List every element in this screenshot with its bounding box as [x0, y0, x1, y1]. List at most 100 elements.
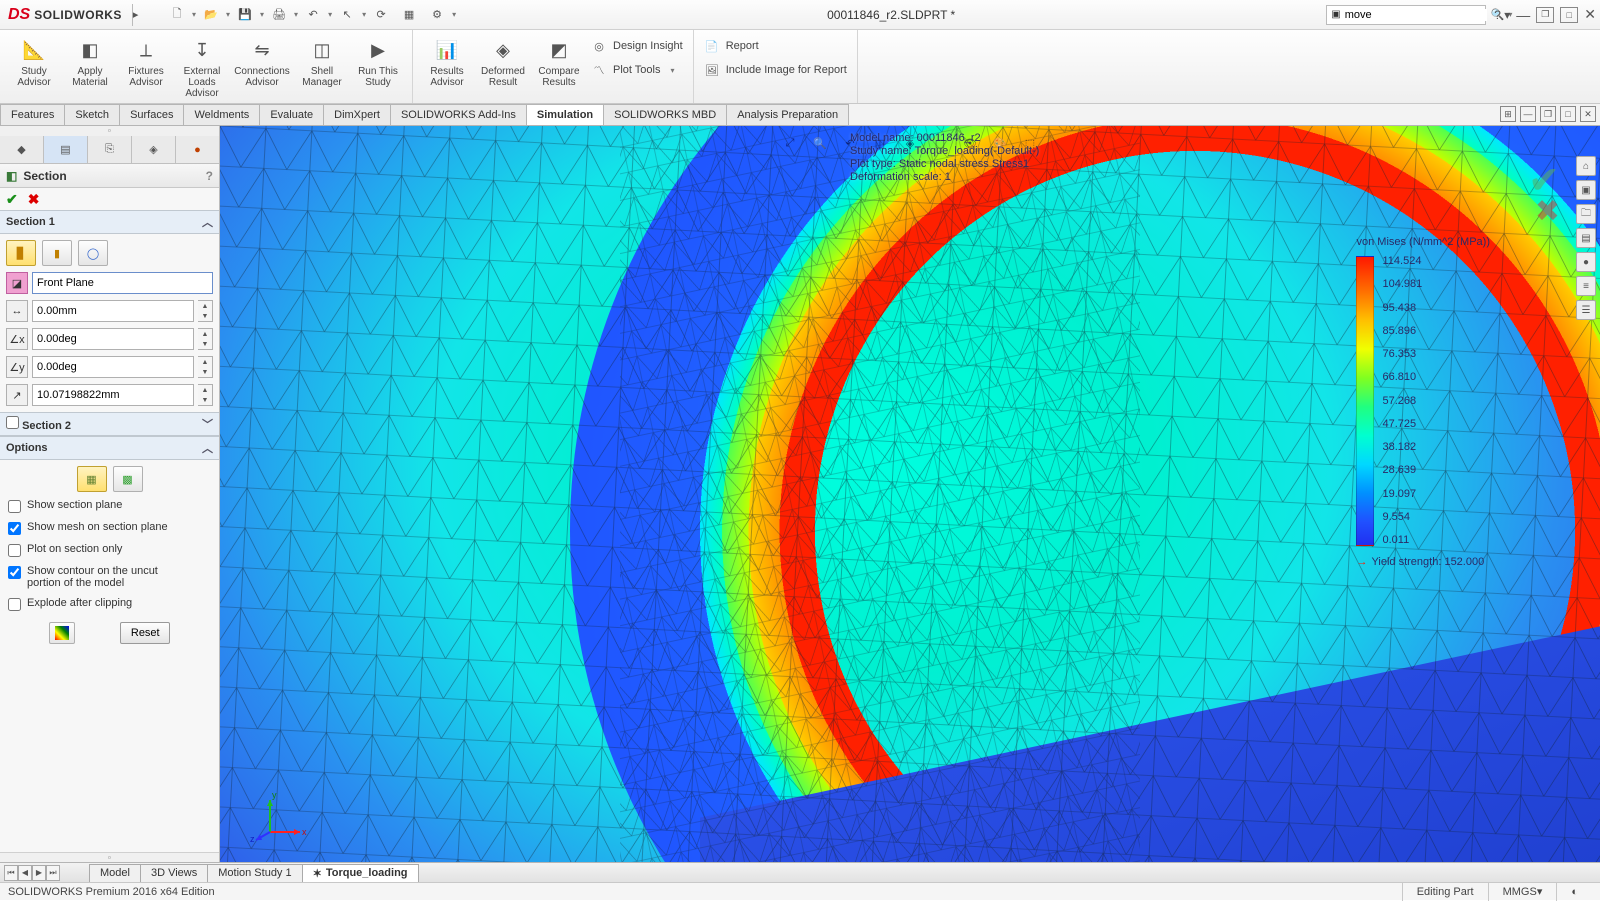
- options-gear-icon[interactable]: ⚙: [424, 4, 450, 26]
- taskpane-resources-icon[interactable]: ⌂: [1576, 156, 1596, 176]
- pm-ok-button[interactable]: ✔: [6, 191, 18, 208]
- select-icon[interactable]: ↖: [334, 4, 360, 26]
- status-extra-icon[interactable]: ◐: [1556, 883, 1592, 901]
- plot-on-section-checkbox[interactable]: [8, 544, 21, 557]
- depth-spinner[interactable]: ▲▼: [198, 384, 213, 406]
- configuration-manager-tab[interactable]: ⎘: [88, 136, 132, 163]
- rebuild-icon[interactable]: ⟳: [368, 4, 394, 26]
- status-units[interactable]: MMGS ▾: [1488, 883, 1557, 901]
- deformed-result-button[interactable]: ◈DeformedResult: [475, 34, 531, 100]
- reset-button[interactable]: Reset: [120, 622, 170, 644]
- depth-input[interactable]: [32, 384, 194, 406]
- tab-swmbd[interactable]: SOLIDWORKS MBD: [603, 104, 727, 125]
- property-manager-tab[interactable]: ▤: [44, 136, 88, 163]
- explode-after-clip-checkbox[interactable]: [8, 598, 21, 611]
- show-contour-checkbox[interactable]: [8, 566, 21, 579]
- zoom-area-icon[interactable]: 🔍: [809, 132, 831, 154]
- pane-grip-bottom[interactable]: [0, 852, 219, 862]
- rotx-spinner[interactable]: ▲▼: [198, 328, 213, 350]
- apply-material-button[interactable]: ◧ApplyMaterial: [62, 34, 118, 100]
- viewport-maximize-icon[interactable]: □: [1560, 106, 1576, 122]
- fixtures-advisor-button[interactable]: ⟂FixturesAdvisor: [118, 34, 174, 100]
- search-input[interactable]: [1345, 9, 1487, 21]
- bottom-tab-model[interactable]: Model: [89, 864, 141, 882]
- run-study-button[interactable]: ▶Run ThisStudy: [350, 34, 406, 100]
- clip-mode-b-button[interactable]: ▩: [113, 466, 143, 492]
- tab-weldments[interactable]: Weldments: [183, 104, 260, 125]
- pm-help-icon[interactable]: ?: [206, 169, 213, 183]
- taskpane-forum-icon[interactable]: ☰: [1576, 300, 1596, 320]
- tab-swaddins[interactable]: SOLIDWORKS Add-Ins: [390, 104, 527, 125]
- maximize-button[interactable]: □: [1560, 7, 1578, 23]
- external-loads-advisor-button[interactable]: ↧ExternalLoadsAdvisor: [174, 34, 230, 100]
- dimxpert-manager-tab[interactable]: ◈: [132, 136, 176, 163]
- fringe-options-button[interactable]: [49, 622, 75, 644]
- restore-button[interactable]: ❐: [1536, 7, 1554, 23]
- taskpane-custom-props-icon[interactable]: ≡: [1576, 276, 1596, 296]
- section2-enable-checkbox[interactable]: [6, 416, 19, 429]
- help-icon[interactable]: ? ▾: [1494, 8, 1510, 22]
- undo-icon[interactable]: ↶: [300, 4, 326, 26]
- orientation-triad[interactable]: x y z: [250, 782, 310, 842]
- rotation-x-input[interactable]: [32, 328, 194, 350]
- app-menu-dropdown[interactable]: ▸: [132, 4, 139, 26]
- rotation-y-input[interactable]: [32, 356, 194, 378]
- close-button[interactable]: ✕: [1584, 6, 1596, 23]
- viewport-restore-icon[interactable]: ❐: [1540, 106, 1556, 122]
- tab-simulation[interactable]: Simulation: [526, 104, 604, 125]
- taskpane-view-palette-icon[interactable]: ▤: [1576, 228, 1596, 248]
- viewport-minimize-icon[interactable]: —: [1520, 106, 1536, 122]
- command-search[interactable]: ▣ 🔍▾: [1326, 5, 1486, 25]
- display-manager-tab[interactable]: ●: [176, 136, 219, 163]
- taskpane-appearances-icon[interactable]: ●: [1576, 252, 1596, 272]
- connections-advisor-button[interactable]: ⇋ConnectionsAdvisor: [230, 34, 294, 100]
- plot-tools-button[interactable]: 〽Plot Tools▾: [587, 60, 687, 80]
- tab-nav-prev[interactable]: ◀: [18, 865, 32, 881]
- bottom-tab-3dviews[interactable]: 3D Views: [140, 864, 208, 882]
- section-sphere-mode-button[interactable]: ◯: [78, 240, 108, 266]
- tab-features[interactable]: Features: [0, 104, 65, 125]
- tab-analysis-prep[interactable]: Analysis Preparation: [726, 104, 849, 125]
- show-mesh-checkbox[interactable]: [8, 522, 21, 535]
- tab-dimxpert[interactable]: DimXpert: [323, 104, 391, 125]
- section2-header[interactable]: Section 2 ﹀: [0, 412, 219, 436]
- open-file-icon[interactable]: 📂: [198, 4, 224, 26]
- clip-mode-a-button[interactable]: ▦: [77, 466, 107, 492]
- offset-distance-input[interactable]: [32, 300, 194, 322]
- section1-header[interactable]: Section 1 ︿: [0, 210, 219, 234]
- section-cylinder-mode-button[interactable]: ▮: [42, 240, 72, 266]
- taskpane-design-library-icon[interactable]: ▣: [1576, 180, 1596, 200]
- bottom-tab-study[interactable]: ✶Torque_loading: [302, 864, 419, 882]
- viewport-tile-icon[interactable]: ⊞: [1500, 106, 1516, 122]
- bottom-tab-motion-study[interactable]: Motion Study 1: [207, 864, 302, 882]
- results-advisor-button[interactable]: 📊ResultsAdvisor: [419, 34, 475, 100]
- viewport-close-icon[interactable]: ✕: [1580, 106, 1596, 122]
- compare-results-button[interactable]: ◩CompareResults: [531, 34, 587, 100]
- in-context-cancel-icon[interactable]: ✖: [1535, 194, 1560, 229]
- pane-grip-top[interactable]: [0, 126, 219, 136]
- tab-evaluate[interactable]: Evaluate: [259, 104, 324, 125]
- zoom-fit-icon[interactable]: ⤢: [779, 132, 801, 154]
- taskpane-file-explorer-icon[interactable]: 🗀: [1576, 204, 1596, 224]
- options-header[interactable]: Options ︿: [0, 436, 219, 460]
- show-section-plane-checkbox[interactable]: [8, 500, 21, 513]
- print-icon[interactable]: 🖨: [266, 4, 292, 26]
- tab-nav-next[interactable]: ▶: [32, 865, 46, 881]
- tab-nav-last[interactable]: ⏭: [46, 865, 60, 881]
- search-scope-icon[interactable]: ▣: [1331, 9, 1340, 20]
- shell-manager-button[interactable]: ◫ShellManager: [294, 34, 350, 100]
- pm-cancel-button[interactable]: ✖: [28, 191, 40, 208]
- feature-manager-tab[interactable]: ◆: [0, 136, 44, 163]
- new-file-icon[interactable]: 🗋: [164, 4, 190, 26]
- save-icon[interactable]: 💾: [232, 4, 258, 26]
- tab-nav-first[interactable]: ⏮: [4, 865, 18, 881]
- report-button[interactable]: 📄Report: [700, 36, 851, 56]
- reference-plane-input[interactable]: [32, 272, 213, 294]
- roty-spinner[interactable]: ▲▼: [198, 356, 213, 378]
- tab-surfaces[interactable]: Surfaces: [119, 104, 184, 125]
- plane-selector-icon[interactable]: ◪: [6, 272, 28, 294]
- tab-sketch[interactable]: Sketch: [64, 104, 120, 125]
- include-image-report-button[interactable]: 🖼Include Image for Report: [700, 60, 851, 80]
- graphics-viewport[interactable]: ⤢ 🔍 ↶ ◫ ◈ ▢ 👁 🎨 ⬚ Model name: 00011846_r…: [220, 126, 1600, 862]
- file-properties-icon[interactable]: ▦: [396, 4, 422, 26]
